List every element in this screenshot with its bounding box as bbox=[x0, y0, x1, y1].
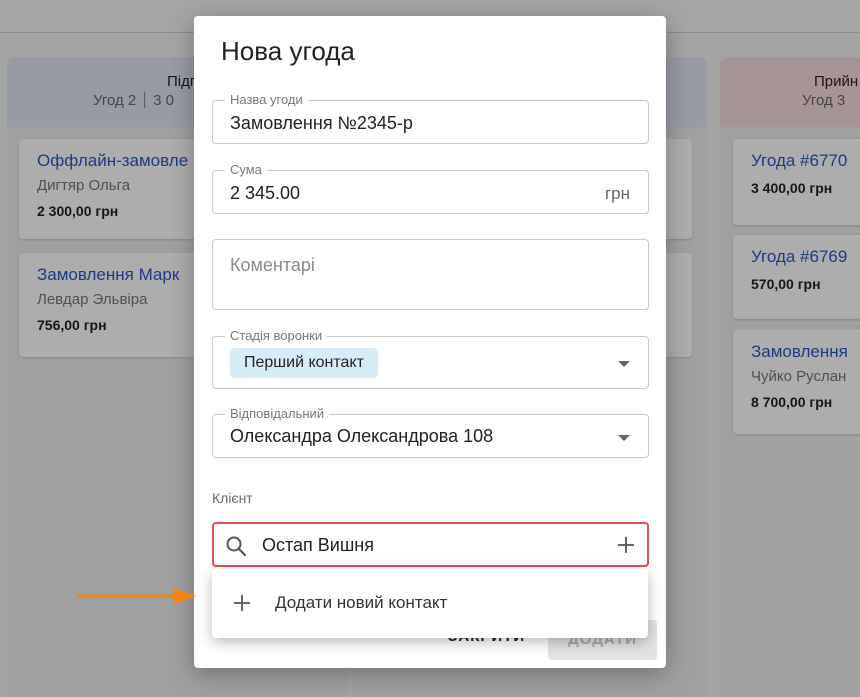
comment-field[interactable]: Коментарі bbox=[212, 239, 649, 310]
plus-icon[interactable] bbox=[615, 534, 637, 556]
currency-suffix: грн bbox=[604, 184, 630, 203]
add-contact-popup: Додати новий контакт bbox=[212, 569, 648, 638]
responsible-label: Відповідальний bbox=[225, 406, 330, 421]
client-search-value[interactable]: Остап Вишня bbox=[262, 535, 374, 556]
search-icon bbox=[226, 536, 247, 557]
dialog-title: Нова угода bbox=[221, 36, 355, 66]
client-search-input[interactable]: Остап Вишня bbox=[212, 522, 649, 567]
chevron-down-icon[interactable] bbox=[618, 361, 630, 367]
sum-field[interactable]: Сума 2 345.00 грн bbox=[212, 162, 649, 214]
add-new-contact-option[interactable]: Додати новий контакт bbox=[275, 593, 447, 613]
sum-label: Сума bbox=[225, 162, 267, 177]
deal-name-field[interactable]: Назва угоди Замовлення №2345-р bbox=[212, 92, 649, 144]
chevron-down-icon[interactable] bbox=[618, 435, 630, 441]
responsible-value: Олександра Олександрова 108 bbox=[230, 426, 494, 446]
comment-placeholder: Коментарі bbox=[230, 255, 315, 275]
deal-name-label: Назва угоди bbox=[225, 92, 308, 107]
responsible-select[interactable]: Відповідальний Олександра Олександрова 1… bbox=[212, 406, 649, 458]
stage-chip: Перший контакт bbox=[230, 348, 378, 378]
client-label: Клієнт bbox=[212, 490, 253, 506]
stage-label: Стадія воронки bbox=[225, 328, 328, 343]
plus-icon bbox=[234, 595, 250, 611]
sum-value[interactable]: 2 345.00 bbox=[230, 183, 300, 204]
deal-name-value[interactable]: Замовлення №2345-р bbox=[230, 113, 413, 134]
stage-select[interactable]: Стадія воронки Перший контакт bbox=[212, 328, 649, 389]
arrow-icon bbox=[78, 588, 196, 604]
